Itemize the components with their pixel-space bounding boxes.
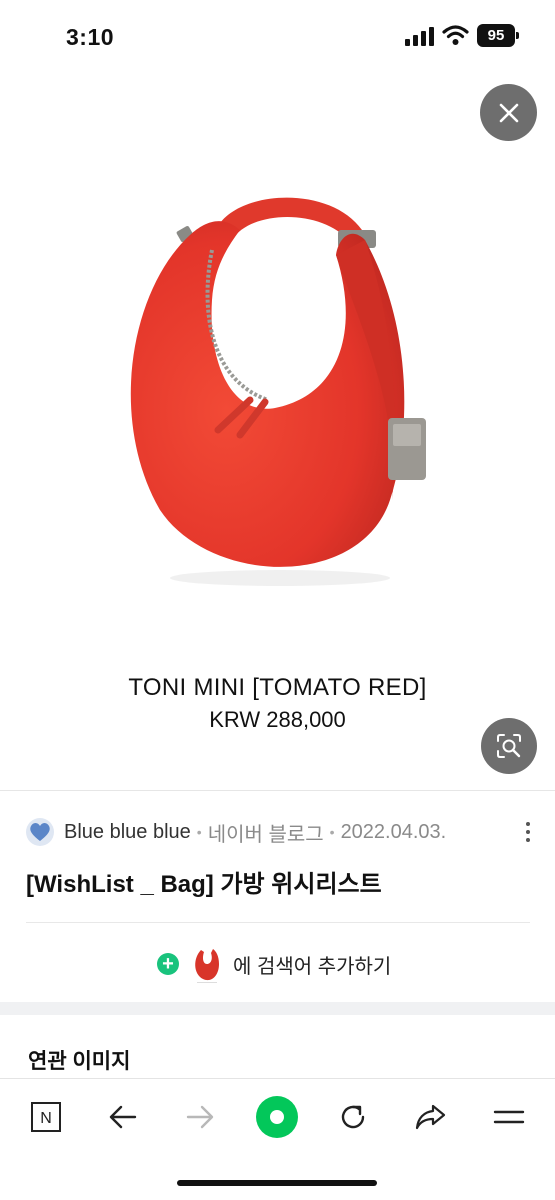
heart-avatar-icon — [26, 818, 54, 846]
separator-dot: • — [329, 824, 335, 840]
product-name: TONI MINI [TOMATO RED] — [128, 674, 427, 701]
naver-home-icon: N — [31, 1102, 61, 1132]
product-image[interactable] — [100, 180, 460, 590]
add-search-label: 에 검색어 추가하기 — [233, 955, 392, 978]
lens-search-button[interactable] — [481, 718, 537, 774]
green-dot-icon — [256, 1096, 298, 1138]
lens-search-icon — [497, 734, 521, 758]
battery-icon: 95 — [477, 24, 519, 47]
close-icon — [499, 103, 518, 122]
divider — [26, 922, 530, 923]
forward-button[interactable] — [178, 1095, 222, 1139]
bag-thumbnail — [195, 949, 219, 983]
back-button[interactable] — [101, 1095, 145, 1139]
home-indicator — [177, 1180, 377, 1186]
post-title[interactable]: [WishList _ Bag] 가방 위시리스트 — [26, 864, 382, 899]
refresh-button[interactable] — [331, 1095, 375, 1139]
menu-icon — [493, 1110, 525, 1124]
source-row[interactable]: Blue blue blue • 네이버 블로그 • 2022.04.03. — [26, 818, 536, 846]
close-button[interactable] — [480, 84, 537, 141]
separator-dot: • — [196, 824, 202, 840]
share-button[interactable] — [408, 1095, 452, 1139]
signal-icon — [405, 27, 435, 46]
menu-button[interactable] — [487, 1095, 531, 1139]
source-name[interactable]: Blue blue blue — [64, 821, 191, 844]
svg-text:N: N — [40, 1110, 52, 1127]
source-type: 네이버 블로그 — [207, 823, 324, 846]
status-bar: 3:10 95 — [0, 0, 555, 74]
plus-icon: + — [157, 953, 179, 975]
back-arrow-icon — [109, 1105, 137, 1129]
product-price: KRW 288,000 — [209, 707, 346, 732]
wifi-icon — [442, 25, 469, 45]
status-time: 3:10 — [66, 24, 115, 50]
green-dot-button[interactable] — [252, 1092, 302, 1142]
divider — [0, 790, 555, 791]
share-icon — [415, 1104, 446, 1130]
add-search-keyword-button[interactable]: + 에 검색어 추가하기 — [157, 942, 391, 986]
forward-arrow-icon — [186, 1105, 214, 1129]
section-separator — [0, 1002, 555, 1015]
more-icon[interactable] — [523, 822, 533, 844]
related-images-title: 연관 이미지 — [28, 1050, 131, 1073]
refresh-icon — [341, 1105, 365, 1129]
source-date: 2022.04.03. — [340, 820, 447, 843]
naver-home-button[interactable]: N — [24, 1095, 68, 1139]
